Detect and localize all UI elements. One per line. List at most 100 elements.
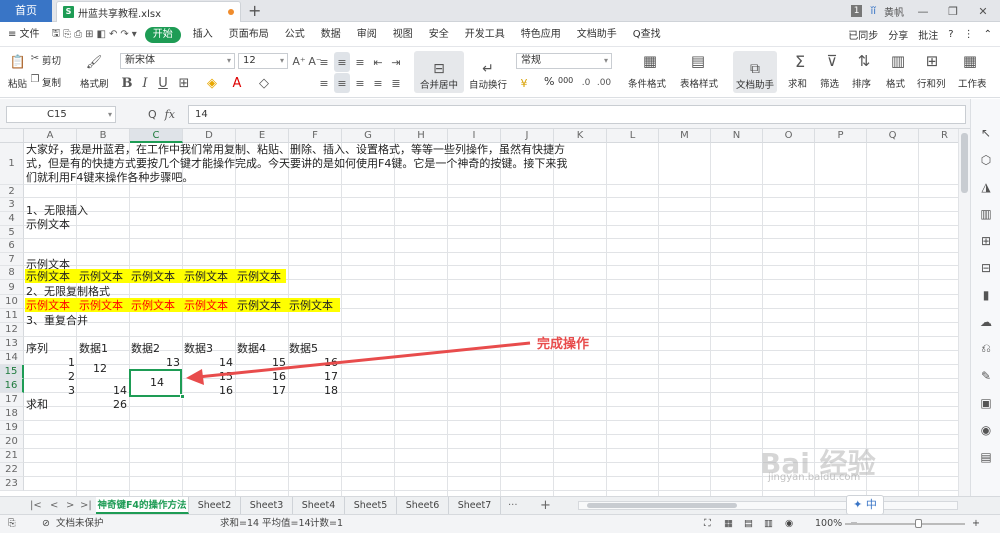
menu-formula[interactable]: 公式: [277, 23, 313, 47]
distribute-icon[interactable]: ≣: [388, 73, 404, 93]
cell-c14[interactable]: 13: [130, 356, 183, 370]
sheet-tab-4[interactable]: Sheet4: [293, 497, 345, 514]
sheet-tab-2[interactable]: Sheet2: [189, 497, 241, 514]
paste-icon[interactable]: 📋: [8, 52, 28, 72]
home-tab[interactable]: 首页: [0, 0, 52, 22]
number-format-select[interactable]: 常规: [516, 53, 612, 69]
format-icon[interactable]: ◧: [96, 29, 105, 40]
justify-icon[interactable]: ≡: [370, 73, 386, 93]
column-header-h[interactable]: H: [395, 129, 448, 143]
row-col-button[interactable]: 行和列: [917, 76, 946, 90]
cell-a8[interactable]: 示例文本: [26, 270, 70, 284]
cell-b16[interactable]: 14: [77, 384, 130, 398]
help-button[interactable]: ?: [948, 29, 953, 40]
normal-view-icon[interactable]: ▦: [724, 515, 733, 533]
image-icon[interactable]: ▣: [971, 389, 1000, 416]
row-header-3[interactable]: 3: [0, 198, 24, 212]
column-header-e[interactable]: E: [236, 129, 289, 143]
panel-icon[interactable]: ▤: [971, 443, 1000, 470]
percent-button[interactable]: %: [544, 75, 554, 88]
thousand-button[interactable]: 000: [558, 76, 573, 85]
fill-handle[interactable]: [180, 394, 185, 399]
cell-d8[interactable]: 示例文本: [184, 270, 228, 284]
table-style-button[interactable]: 表格样式: [680, 76, 718, 90]
row-header-21[interactable]: 21: [0, 449, 24, 463]
cell-e10[interactable]: 示例文本: [237, 299, 281, 313]
cell-f10[interactable]: 示例文本: [289, 299, 333, 313]
align-middle-icon[interactable]: ≡: [334, 52, 350, 72]
paste-button[interactable]: 粘贴: [8, 76, 27, 90]
cell-d10[interactable]: 示例文本: [184, 299, 228, 313]
cell-e8[interactable]: 示例文本: [237, 270, 281, 284]
column-header-a[interactable]: A: [24, 129, 77, 143]
column-header-d[interactable]: D: [183, 129, 236, 143]
column-header-b[interactable]: B: [77, 129, 130, 143]
review-icon[interactable]: ✎: [971, 362, 1000, 389]
column-header-q[interactable]: Q: [867, 129, 919, 143]
copy-button[interactable]: 复制: [42, 75, 61, 89]
minimize-button[interactable]: —: [912, 5, 934, 18]
close-button[interactable]: ✕: [972, 5, 994, 18]
menu-page-layout[interactable]: 页面布局: [221, 23, 277, 47]
row-header-20[interactable]: 20: [0, 435, 24, 449]
currency-icon[interactable]: ¥: [516, 73, 532, 93]
page-break-icon[interactable]: ▥: [764, 515, 773, 533]
new-tab-button[interactable]: +: [248, 0, 261, 22]
sort-button[interactable]: 排序: [852, 76, 871, 90]
font-grow-icon[interactable]: A⁺: [292, 51, 306, 71]
cut-button[interactable]: 剪切: [42, 53, 61, 67]
cell-b17[interactable]: 26: [77, 398, 130, 412]
column-header-f[interactable]: F: [289, 129, 342, 143]
doc-helper-button[interactable]: ⧉ 文档助手: [733, 51, 777, 93]
cell-a15[interactable]: 2: [25, 370, 78, 384]
cell-a1-line1[interactable]: 大家好，我是卅蓝君，在工作中我们常用复制、粘贴、删除、插入、设置格式，等等一些列…: [26, 143, 565, 157]
cell-b13[interactable]: 数据1: [79, 342, 108, 356]
row-header-6[interactable]: 6: [0, 239, 24, 253]
redo-icon[interactable]: ↷: [120, 29, 128, 40]
resource-icon[interactable]: ◉: [971, 416, 1000, 443]
zoom-find-icon[interactable]: Q: [148, 108, 157, 121]
sum-icon[interactable]: Σ: [790, 51, 810, 71]
last-sheet-icon[interactable]: >|: [80, 497, 92, 514]
vertical-scrollbar[interactable]: [958, 129, 970, 496]
conditional-format-button[interactable]: 条件格式: [628, 76, 666, 90]
row-header-7[interactable]: 7: [0, 253, 24, 266]
first-sheet-icon[interactable]: |<: [30, 497, 42, 514]
collapse-icon[interactable]: ⌃: [984, 29, 992, 40]
select-all-corner[interactable]: [0, 129, 24, 143]
column-header-m[interactable]: M: [659, 129, 711, 143]
row-header-16[interactable]: 16: [0, 379, 24, 393]
format-button[interactable]: 格式: [886, 76, 905, 90]
fullscreen-icon[interactable]: ⛶: [704, 515, 711, 533]
row-header-5[interactable]: 5: [0, 226, 24, 239]
align-bottom-icon[interactable]: ≡: [352, 52, 368, 72]
row-header-4[interactable]: 4: [0, 212, 24, 226]
shapes-icon[interactable]: ⬡: [971, 146, 1000, 173]
row-header-10[interactable]: 10: [0, 295, 24, 309]
zoom-slider[interactable]: [845, 523, 965, 525]
fill-color-icon[interactable]: ◈: [203, 73, 221, 93]
sheet-tab-active[interactable]: 神奇键F4的操作方法: [96, 497, 189, 514]
search-menu[interactable]: Q查找: [625, 23, 669, 47]
row-header-17[interactable]: 17: [0, 393, 24, 407]
user-name[interactable]: 黄帆: [884, 4, 904, 19]
align-center-icon[interactable]: ≡: [334, 73, 350, 93]
border-icon[interactable]: ⊞: [175, 73, 193, 93]
cell-a10[interactable]: 示例文本: [26, 299, 70, 313]
align-top-icon[interactable]: ≡: [316, 52, 332, 72]
bold-icon[interactable]: B: [120, 73, 134, 93]
filter-button[interactable]: 筛选: [820, 76, 839, 90]
cell-a11[interactable]: 3、重复合并: [26, 314, 88, 328]
menu-view[interactable]: 视图: [385, 23, 421, 47]
format-painter-button[interactable]: 格式刷: [80, 76, 109, 90]
column-header-c[interactable]: C: [130, 129, 183, 143]
style-icon[interactable]: ◮: [971, 173, 1000, 200]
undo-icon[interactable]: ↶: [109, 29, 117, 40]
sheet-tab-3[interactable]: Sheet3: [241, 497, 293, 514]
clear-format-icon[interactable]: ◇: [255, 73, 273, 93]
font-size-select[interactable]: 12: [238, 53, 288, 69]
cell-a1-line3[interactable]: 们就利用F4键来操作各种步骤吧。: [26, 171, 193, 185]
row-header-15[interactable]: 15: [0, 365, 24, 379]
menu-insert[interactable]: 插入: [185, 23, 221, 47]
sheet-tab-6[interactable]: Sheet6: [397, 497, 449, 514]
